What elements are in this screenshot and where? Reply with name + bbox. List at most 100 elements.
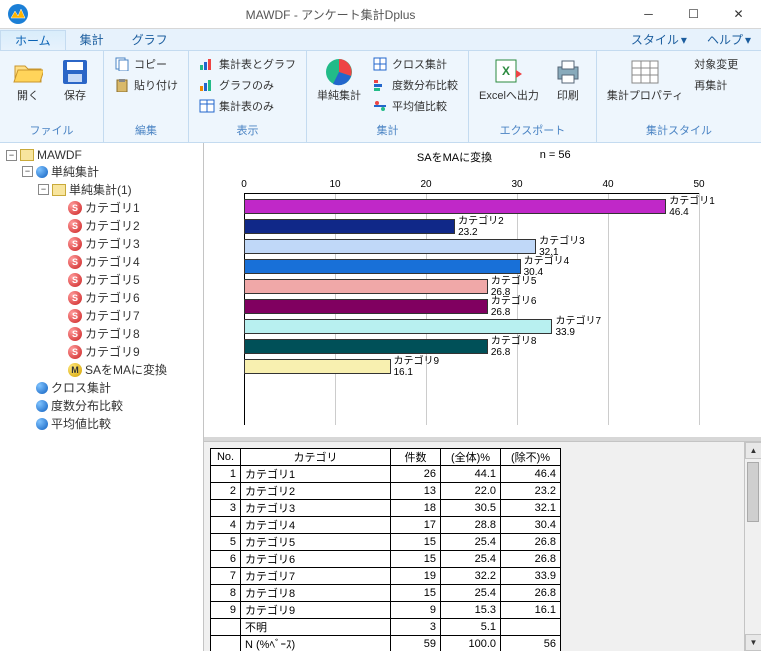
chevron-down-icon: ▾	[681, 33, 687, 47]
table-icon	[199, 98, 215, 114]
view-table-chart-button[interactable]: 集計表とグラフ	[195, 54, 300, 74]
table-cell: 4	[211, 517, 241, 534]
tree-node[interactable]: − 単純集計	[22, 163, 199, 180]
chart-bar	[244, 319, 552, 334]
excel-export-button[interactable]: X Excelへ出力	[475, 54, 543, 104]
save-button[interactable]: 保存	[53, 54, 97, 104]
table-row: 5カテゴリ51525.426.8	[211, 534, 561, 551]
open-button[interactable]: 開く	[6, 54, 50, 104]
tree-node[interactable]: Sカテゴリ3	[54, 235, 199, 252]
cross-tally-button[interactable]: クロス集計	[368, 54, 462, 74]
table-row: 6カテゴリ61525.426.8	[211, 551, 561, 568]
table-cell: 30.5	[441, 500, 501, 517]
tree-node-label: 単純集計	[51, 163, 99, 180]
chart-bar	[244, 359, 391, 374]
table-row: 7カテゴリ71932.233.9	[211, 568, 561, 585]
chart: SAをMAに変換n = 5601020304050カテゴリ146.4カテゴリ22…	[214, 149, 739, 431]
tree-node-label: カテゴリ2	[85, 217, 140, 234]
chart-bar-label: カテゴリ526.8	[491, 277, 537, 298]
floppy-icon	[59, 56, 91, 88]
tree-node[interactable]: 度数分布比較	[22, 397, 199, 414]
window-title: MAWDF - アンケート集計Dplus	[35, 6, 626, 23]
ribbon-group-export: X Excelへ出力 印刷 エクスポート	[469, 51, 597, 142]
ribbon-group-file: 開く 保存 ファイル	[0, 51, 104, 142]
chart-bar	[244, 279, 488, 294]
view-chart-only-button[interactable]: グラフのみ	[195, 75, 300, 95]
tree-node[interactable]: 平均値比較	[22, 415, 199, 432]
table-cell: カテゴリ6	[241, 551, 391, 568]
print-button[interactable]: 印刷	[546, 54, 590, 104]
maximize-button[interactable]: ☐	[671, 0, 716, 29]
chart-bar-label: カテゴリ223.2	[458, 217, 504, 238]
chart-bar	[244, 199, 666, 214]
dist-compare-button[interactable]: 度数分布比較	[368, 75, 462, 95]
chart-title: SAをMAに変換	[417, 149, 492, 165]
menu-style[interactable]: スタイル▾	[621, 29, 697, 50]
target-change-button[interactable]: 対象変更	[690, 54, 742, 74]
chart-bar-label: カテゴリ430.4	[524, 257, 570, 278]
minimize-button[interactable]: ─	[626, 0, 671, 29]
tally-props-button[interactable]: 集計プロパティ	[603, 54, 687, 104]
vertical-scrollbar[interactable]: ▲ ▼	[744, 442, 761, 651]
tab-home[interactable]: ホーム	[0, 30, 66, 50]
table-cell: カテゴリ5	[241, 534, 391, 551]
tree-node[interactable]: クロス集計	[22, 379, 199, 396]
folder-open-icon	[12, 56, 44, 88]
tree-node[interactable]: Sカテゴリ8	[54, 325, 199, 342]
s-badge-icon: S	[68, 255, 82, 269]
table-header: カテゴリ	[241, 449, 391, 466]
ribbon-group-style: 集計プロパティ 対象変更 再集計 集計スタイル	[597, 51, 761, 142]
tree-node-label: カテゴリ1	[85, 199, 140, 216]
table-cell: 32.1	[501, 500, 561, 517]
tablechart-icon	[199, 56, 215, 72]
table-cell: カテゴリ4	[241, 517, 391, 534]
scroll-up-icon[interactable]: ▲	[745, 442, 761, 459]
paste-button[interactable]: 貼り付け	[110, 75, 182, 95]
tab-shukei[interactable]: 集計	[66, 29, 118, 50]
tree-node[interactable]: Sカテゴリ6	[54, 289, 199, 306]
tree-node[interactable]: Sカテゴリ7	[54, 307, 199, 324]
table-header: 件数	[391, 449, 441, 466]
tree-node[interactable]: Sカテゴリ5	[54, 271, 199, 288]
tree-node[interactable]: Sカテゴリ1	[54, 199, 199, 216]
tree-node-root[interactable]: −MAWDF	[6, 148, 199, 162]
table-cell: 7	[211, 568, 241, 585]
table-cell: 19	[391, 568, 441, 585]
scroll-thumb[interactable]	[747, 462, 759, 522]
table-cell: 8	[211, 585, 241, 602]
tree-node-label: カテゴリ5	[85, 271, 140, 288]
chart-bar-label: カテゴリ146.4	[669, 197, 715, 218]
view-table-only-button[interactable]: 集計表のみ	[195, 96, 300, 116]
tree-node[interactable]: −単純集計(1)	[38, 181, 199, 198]
copy-button[interactable]: コピー	[110, 54, 182, 74]
excel-icon: X	[493, 56, 525, 88]
tree-root: −MAWDF −単純集計−単純集計(1)Sカテゴリ1Sカテゴリ2Sカテゴリ3Sカ…	[4, 148, 199, 432]
close-button[interactable]: ✕	[716, 0, 761, 29]
table-cell: カテゴリ7	[241, 568, 391, 585]
axis-tick: 20	[420, 179, 431, 190]
collapse-icon[interactable]: −	[22, 166, 33, 177]
tree-node-label: クロス集計	[51, 379, 111, 396]
ribbon: 開く 保存 ファイル コピー 貼り付け 編集 集計表とグラフ グラフのみ 集計表…	[0, 51, 761, 143]
tree-node[interactable]: MSAをMAに変換	[54, 361, 199, 378]
collapse-icon[interactable]: −	[38, 184, 49, 195]
table-cell: 100.0	[441, 636, 501, 651]
tree-node-label: カテゴリ8	[85, 325, 140, 342]
tree-node[interactable]: Sカテゴリ4	[54, 253, 199, 270]
tree-node[interactable]: Sカテゴリ2	[54, 217, 199, 234]
tree-node[interactable]: Sカテゴリ9	[54, 343, 199, 360]
mean-compare-button[interactable]: 平均値比較	[368, 96, 462, 116]
menu-help[interactable]: ヘルプ▾	[697, 29, 761, 50]
chart-bar	[244, 259, 521, 274]
recalc-button[interactable]: 再集計	[690, 75, 742, 95]
tree-node-label: カテゴリ9	[85, 343, 140, 360]
tab-graph[interactable]: グラフ	[118, 29, 182, 50]
scroll-down-icon[interactable]: ▼	[745, 634, 761, 651]
collapse-icon[interactable]: −	[6, 150, 17, 161]
table-cell: 15	[391, 551, 441, 568]
table-cell: 30.4	[501, 517, 561, 534]
table-cell: 不明	[241, 619, 391, 636]
simple-tally-button[interactable]: 単純集計	[313, 54, 365, 104]
app-logo-icon	[0, 0, 35, 29]
table-row: 9カテゴリ9915.316.1	[211, 602, 561, 619]
